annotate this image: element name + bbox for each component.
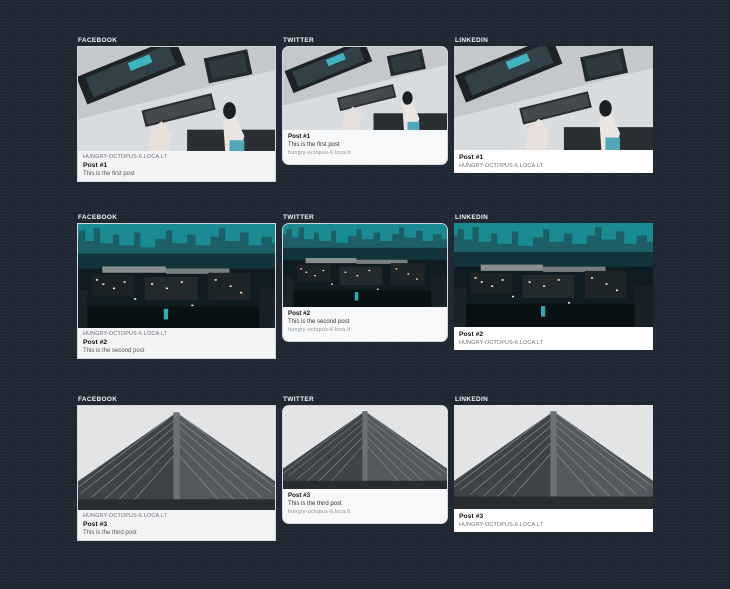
linkedin-label: LINKEDIN: [455, 37, 489, 44]
card-title: Post #2: [83, 339, 108, 346]
card-description: This is the first post: [83, 171, 135, 177]
card-title: Post #1: [459, 154, 484, 161]
facebook-label: FACEBOOK: [78, 396, 118, 403]
twitter-label: TWITTER: [283, 37, 314, 44]
card-description: This is the third post: [288, 501, 342, 507]
card-domain: HUNGRY-OCTOPUS-6.LOCA.LT: [83, 154, 168, 160]
card-description: This is the second post: [288, 319, 350, 325]
card-domain: hungry-octopus-6.loca.lt: [288, 509, 351, 515]
linkedin-label: LINKEDIN: [455, 214, 489, 221]
preview-image: [283, 224, 447, 309]
card-title: Post #3: [83, 521, 108, 528]
card-description: This is the first post: [288, 142, 340, 148]
card-title: Post #2: [459, 331, 484, 338]
preview-image: [454, 223, 653, 327]
facebook-preview-card[interactable]: HUNGRY-OCTOPUS-6.LOCA.LT Post #1 This is…: [77, 46, 276, 182]
facebook-label: FACEBOOK: [78, 37, 118, 44]
twitter-preview-card[interactable]: Post #2 This is the second post hungry-o…: [282, 223, 448, 342]
preview-image: [78, 406, 275, 512]
facebook-preview-card[interactable]: HUNGRY-OCTOPUS-6.LOCA.LT Post #2 This is…: [77, 223, 276, 359]
linkedin-label: LINKEDIN: [455, 396, 489, 403]
twitter-label: TWITTER: [283, 214, 314, 221]
linkedin-preview-card[interactable]: Post #1 HUNGRY-OCTOPUS-6.LOCA.LT: [454, 46, 653, 173]
card-domain: HUNGRY-OCTOPUS-6.LOCA.LT: [459, 522, 544, 528]
facebook-label: FACEBOOK: [78, 214, 118, 221]
preview-image: [78, 47, 275, 153]
card-domain: hungry-octopus-6.loca.lt: [288, 150, 351, 156]
preview-image: [454, 405, 653, 509]
preview-image: [283, 406, 447, 491]
card-domain: HUNGRY-OCTOPUS-6.LOCA.LT: [459, 340, 544, 346]
card-title: Post #3: [288, 492, 311, 499]
preview-image: [283, 47, 447, 132]
twitter-label: TWITTER: [283, 396, 314, 403]
card-description: This is the third post: [83, 530, 137, 536]
facebook-preview-card[interactable]: HUNGRY-OCTOPUS-6.LOCA.LT Post #3 This is…: [77, 405, 276, 541]
card-domain: HUNGRY-OCTOPUS-6.LOCA.LT: [459, 163, 544, 169]
linkedin-preview-card[interactable]: Post #3 HUNGRY-OCTOPUS-6.LOCA.LT: [454, 405, 653, 532]
linkedin-preview-card[interactable]: Post #2 HUNGRY-OCTOPUS-6.LOCA.LT: [454, 223, 653, 350]
card-title: Post #1: [288, 133, 311, 140]
card-domain: HUNGRY-OCTOPUS-6.LOCA.LT: [83, 331, 168, 337]
card-description: This is the second post: [83, 348, 145, 354]
card-title: Post #3: [459, 513, 484, 520]
card-title: Post #2: [288, 310, 311, 317]
twitter-preview-card[interactable]: Post #3 This is the third post hungry-oc…: [282, 405, 448, 524]
card-title: Post #1: [83, 162, 108, 169]
preview-image: [78, 224, 275, 330]
preview-image: [454, 46, 653, 150]
card-domain: hungry-octopus-6.loca.lt: [288, 327, 351, 333]
card-domain: HUNGRY-OCTOPUS-6.LOCA.LT: [83, 513, 168, 519]
twitter-preview-card[interactable]: Post #1 This is the first post hungry-oc…: [282, 46, 448, 165]
